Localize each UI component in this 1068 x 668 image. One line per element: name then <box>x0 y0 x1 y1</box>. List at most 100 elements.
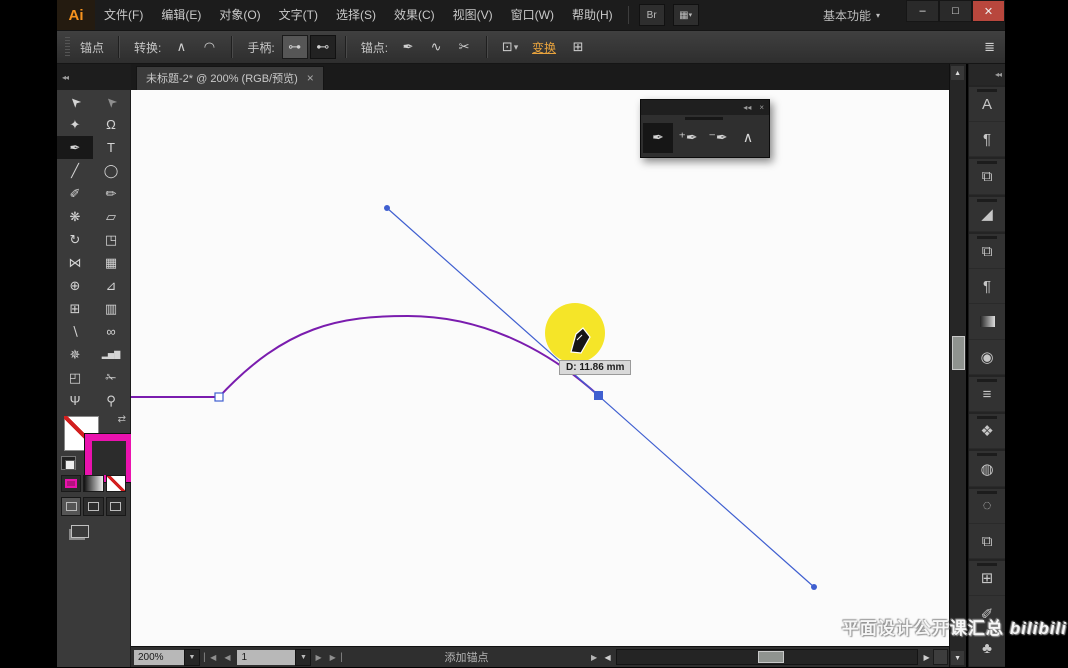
panel-stroke[interactable]: ≡ <box>969 374 1006 413</box>
floating-add-anchor-tool[interactable]: ⁺✒ <box>673 123 703 153</box>
panel-paragraph[interactable]: ¶ <box>969 269 1006 305</box>
zoom-level-field[interactable]: 200% <box>134 649 184 665</box>
tool-pencil[interactable]: ✏ <box>93 182 129 205</box>
tool-lasso[interactable]: Ω <box>93 113 129 136</box>
tool-symbol-sprayer[interactable]: ✵ <box>57 343 93 366</box>
anchor-point-selected[interactable] <box>594 390 603 400</box>
panel-navigator[interactable]: ⊞ <box>969 559 1006 597</box>
panel-swatches[interactable]: ⧉ <box>969 231 1006 270</box>
panel-appearance[interactable]: ◍ <box>969 449 1006 487</box>
tool-type[interactable]: T <box>93 136 129 159</box>
tool-selection[interactable]: ➤ <box>57 90 93 113</box>
status-expand-icon[interactable]: ▶ <box>587 653 601 662</box>
scroll-up-icon[interactable]: ▲ <box>951 66 965 80</box>
floating-panel-header[interactable]: ◂◂ × <box>641 99 769 115</box>
zoom-dropdown-icon[interactable]: ▼ <box>184 648 200 666</box>
panel-layers[interactable]: ❖ <box>969 412 1006 450</box>
direction-handle-top[interactable] <box>384 204 390 211</box>
arrange-documents-button[interactable]: ▦ ▾ <box>672 4 699 26</box>
scroll-left-icon[interactable]: ◀ <box>601 653 614 662</box>
control-bar-grip[interactable] <box>65 37 70 57</box>
anchor-point-corner[interactable] <box>214 392 224 402</box>
floating-convert-anchor-tool[interactable]: ∧ <box>733 123 763 153</box>
tool-pen[interactable]: ✒ <box>57 136 93 159</box>
tool-blend[interactable]: ∞ <box>93 320 129 343</box>
tool-paintbrush[interactable]: ✐ <box>57 182 93 205</box>
tool-column-graph[interactable]: ▂▅▇ <box>93 343 129 366</box>
menu-effect[interactable]: 效果(C) <box>385 0 444 30</box>
collapse-icon[interactable]: ◂◂ <box>743 103 751 112</box>
menu-edit[interactable]: 编辑(E) <box>152 0 210 30</box>
panel-graphic-styles[interactable]: ◢ <box>969 194 1006 232</box>
first-artboard-button[interactable]: ▏◀ <box>200 653 220 662</box>
draw-normal-button[interactable] <box>61 497 82 516</box>
tool-ellipse[interactable]: ◯ <box>93 159 129 182</box>
menu-object[interactable]: 对象(O) <box>210 0 269 30</box>
direction-handle-bottom[interactable] <box>811 583 817 590</box>
screen-mode-button[interactable] <box>57 518 130 544</box>
close-icon[interactable]: × <box>307 71 314 85</box>
none-button[interactable] <box>105 475 126 492</box>
menu-type[interactable]: 文字(T) <box>270 0 327 30</box>
dock-collapse[interactable]: ◂◂ <box>969 64 1006 85</box>
connect-handles-icon[interactable]: ∿ <box>423 35 449 59</box>
color-button[interactable] <box>61 475 82 492</box>
tool-rotate[interactable]: ↻ <box>57 228 93 251</box>
menu-view[interactable]: 视图(V) <box>444 0 502 30</box>
bezier-path[interactable] <box>131 314 600 398</box>
panel-gradient[interactable] <box>969 304 1006 340</box>
tool-perspective-grid[interactable]: ⊿ <box>93 274 129 297</box>
cut-path-icon[interactable]: ✂ <box>451 35 477 59</box>
artboard-dropdown-icon[interactable]: ▼ <box>295 648 312 666</box>
tool-width[interactable]: ⋈ <box>57 251 93 274</box>
floating-pen-tool[interactable]: ✒ <box>643 122 673 153</box>
tool-line[interactable]: ╱ <box>57 159 93 182</box>
panel-libraries[interactable]: ⧉ <box>969 157 1006 195</box>
tool-mesh[interactable]: ⊞ <box>57 297 93 320</box>
tool-eyedropper[interactable]: ∖ <box>57 320 93 343</box>
tool-gradient[interactable]: ▥ <box>93 297 129 320</box>
reference-point-button[interactable]: ⊡ ▾ <box>497 35 523 59</box>
workspace-switcher[interactable]: 基本功能 ▾ <box>823 7 880 24</box>
panel-toggle-icon[interactable]: ≣ <box>984 39 995 55</box>
show-handles-button[interactable]: ⊶ <box>281 35 308 59</box>
minimize-button[interactable]: – <box>906 0 939 22</box>
artboard-number-field[interactable]: 1 <box>237 649 296 665</box>
tool-magic-wand[interactable]: ✦ <box>57 113 93 136</box>
panel-paragraph-styles[interactable]: ¶ <box>969 122 1006 158</box>
last-artboard-button[interactable]: ▶▕ <box>326 653 346 662</box>
tool-eraser[interactable]: ▱ <box>93 205 129 228</box>
menu-select[interactable]: 选择(S) <box>327 0 385 30</box>
horizontal-scrollbar-thumb[interactable] <box>758 651 785 664</box>
free-transform-icon[interactable]: ⊞ <box>565 35 591 59</box>
tool-scale[interactable]: ◳ <box>93 228 129 251</box>
convert-to-corner-button[interactable]: ∧ <box>168 35 194 59</box>
tool-direct-selection[interactable]: ➤ <box>93 90 129 113</box>
panel-color[interactable]: ◉ <box>969 340 1006 375</box>
tool-artboard[interactable]: ◰ <box>57 366 93 389</box>
convert-to-smooth-button[interactable]: ◠ <box>196 35 222 59</box>
draw-inside-button[interactable] <box>105 497 126 516</box>
transform-link[interactable]: 变换 <box>532 39 556 56</box>
draw-behind-button[interactable] <box>83 497 104 516</box>
horizontal-scrollbar[interactable] <box>616 649 919 666</box>
floating-delete-anchor-tool[interactable]: ⁻✒ <box>703 123 733 153</box>
tool-free-transform[interactable]: ▦ <box>93 251 129 274</box>
scroll-down-icon[interactable]: ▼ <box>951 651 965 665</box>
previous-artboard-button[interactable]: ◀ <box>220 653 234 662</box>
close-icon[interactable]: × <box>759 103 764 112</box>
bridge-button[interactable]: Br <box>638 4 665 26</box>
tools-panel-collapse[interactable]: ◂◂ <box>57 64 130 90</box>
canvas[interactable]: D: 11.86 mm ◂◂ × ✒ ⁺✒ ⁻✒ ∧ <box>131 89 950 647</box>
panel-character-styles[interactable]: A <box>969 84 1006 123</box>
vertical-scrollbar-thumb[interactable] <box>952 336 966 370</box>
document-tab[interactable]: 未标题-2* @ 200% (RGB/预览) × <box>136 65 324 90</box>
tool-hand[interactable]: Ψ <box>57 389 93 412</box>
tool-slice[interactable]: ✁ <box>93 366 129 389</box>
scroll-right-icon[interactable]: ▶ <box>920 653 933 662</box>
tool-shape-builder[interactable]: ⊕ <box>57 274 93 297</box>
menu-window[interactable]: 窗口(W) <box>502 0 563 30</box>
tool-zoom[interactable]: ⚲ <box>93 389 129 412</box>
next-artboard-button[interactable]: ▶ <box>311 653 325 662</box>
maximize-button[interactable]: □ <box>939 0 972 22</box>
